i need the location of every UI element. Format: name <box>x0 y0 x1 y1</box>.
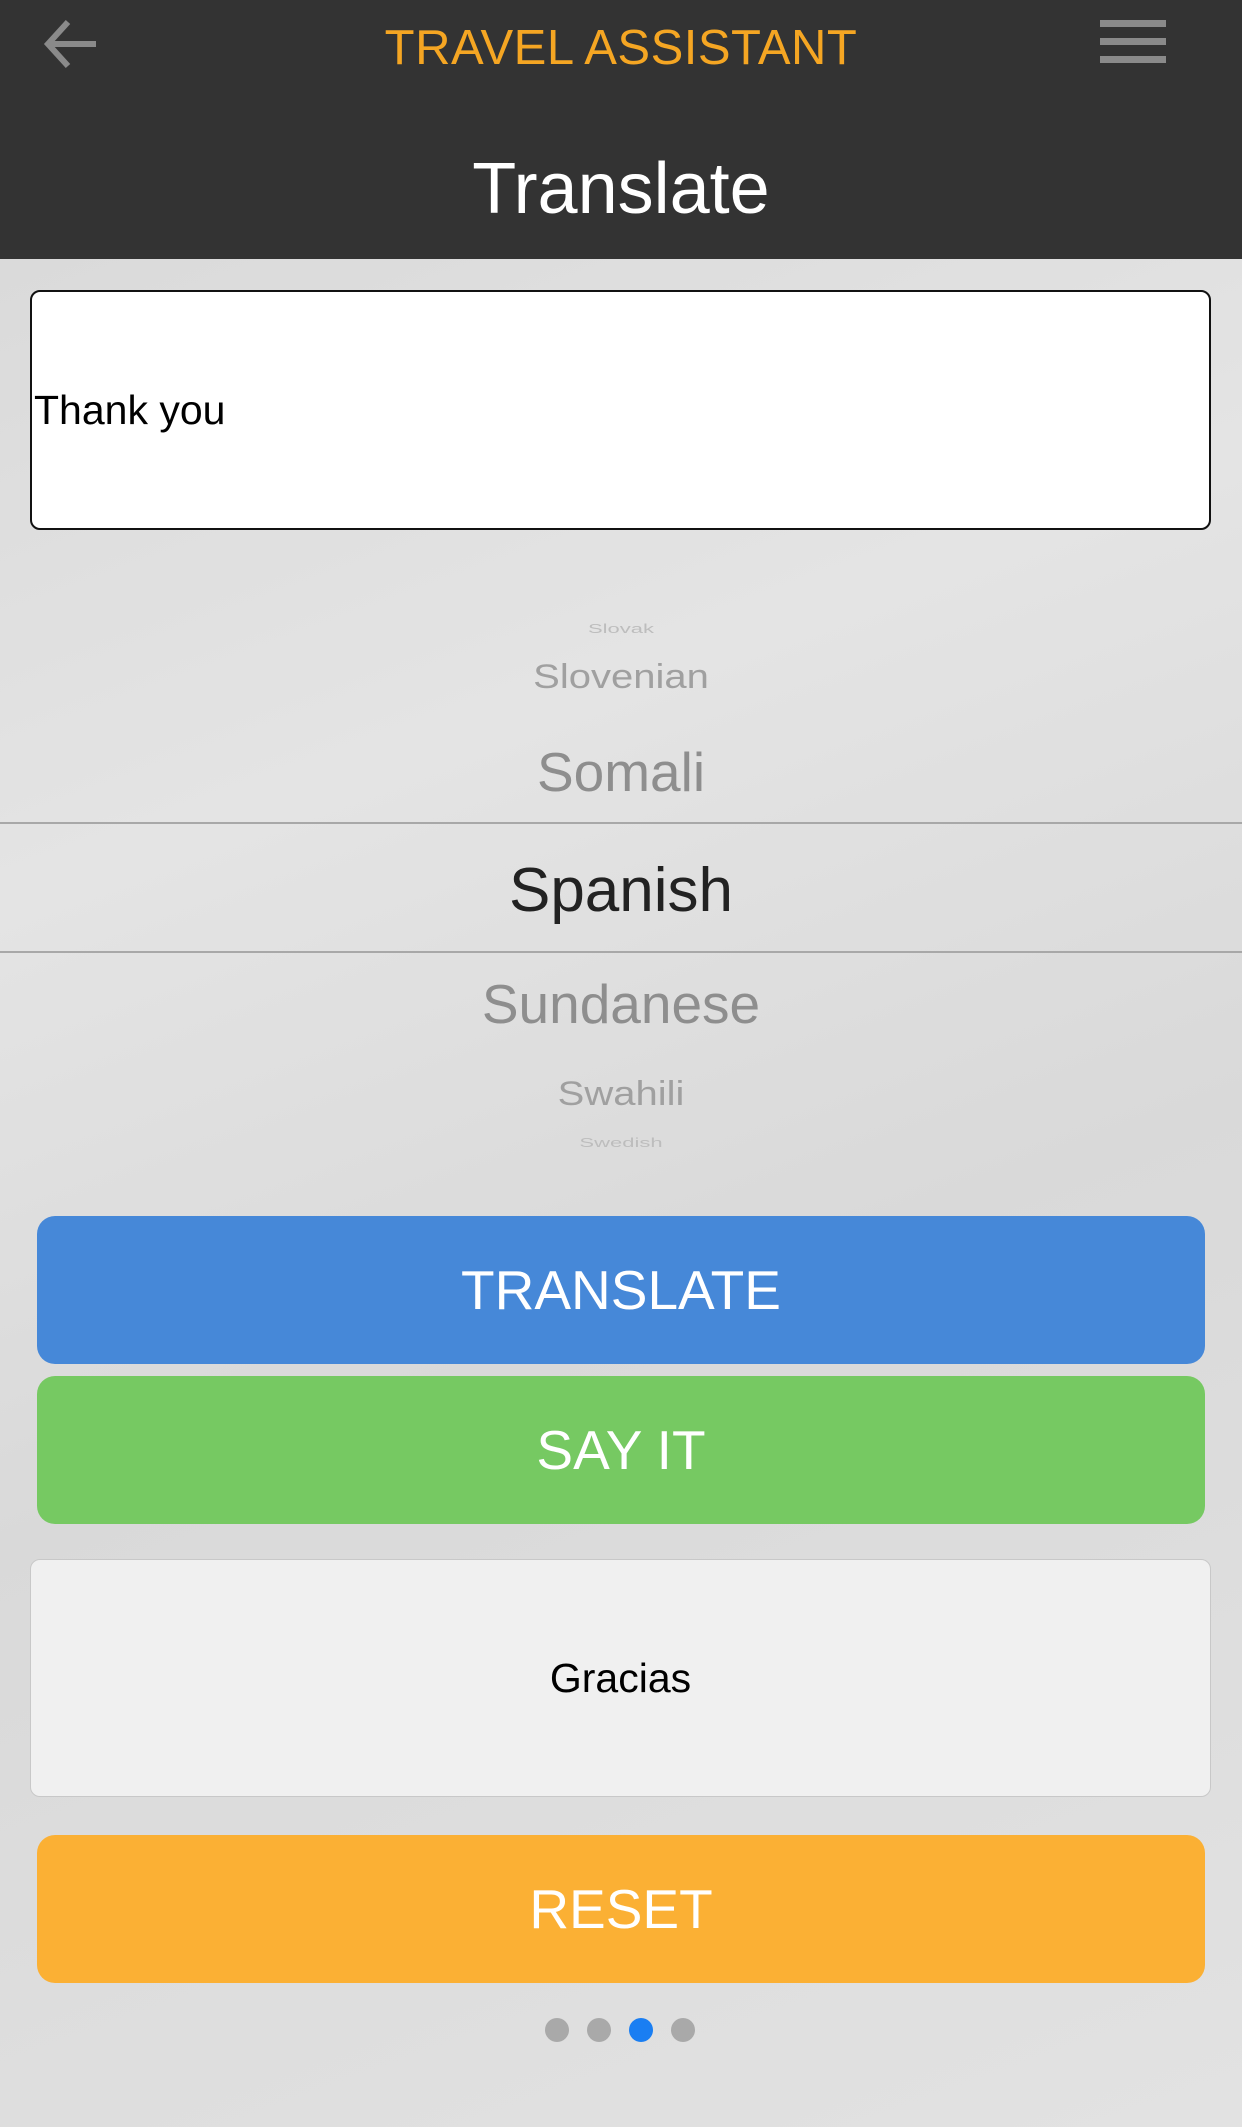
page-dot-4[interactable] <box>671 2018 695 2042</box>
page-dot-1[interactable] <box>545 2018 569 2042</box>
picker-item[interactable]: Somali <box>0 740 1242 804</box>
picker-selection-top-line <box>0 822 1242 824</box>
page-dot-2[interactable] <box>587 2018 611 2042</box>
language-picker[interactable]: Slovak Slovenian Somali Spanish Sundanes… <box>0 600 1242 1170</box>
page-title: Translate <box>472 149 770 229</box>
app-title: TRAVEL ASSISTANT <box>384 21 858 75</box>
say-it-button[interactable]: SAY IT <box>37 1376 1205 1524</box>
source-text-input[interactable]: Thank you <box>30 290 1211 530</box>
reset-button[interactable]: RESET <box>37 1835 1205 1983</box>
picker-item-selected[interactable]: Spanish <box>0 855 1242 926</box>
page-dot-3-active[interactable] <box>629 2018 653 2042</box>
picker-item[interactable]: Slovak <box>0 621 1242 637</box>
picker-item[interactable]: Sundanese <box>0 972 1242 1036</box>
hamburger-menu-icon[interactable] <box>1100 20 1166 64</box>
picker-selection-bottom-line <box>0 951 1242 953</box>
header-bar: TRAVEL ASSISTANT Translate <box>0 0 1242 259</box>
picker-item[interactable]: Slovenian <box>0 658 1242 696</box>
picker-item[interactable]: Swahili <box>0 1075 1242 1113</box>
translate-button[interactable]: TRANSLATE <box>37 1216 1205 1364</box>
picker-item[interactable]: Swedish <box>0 1135 1242 1151</box>
translation-output: Gracias <box>30 1559 1211 1797</box>
